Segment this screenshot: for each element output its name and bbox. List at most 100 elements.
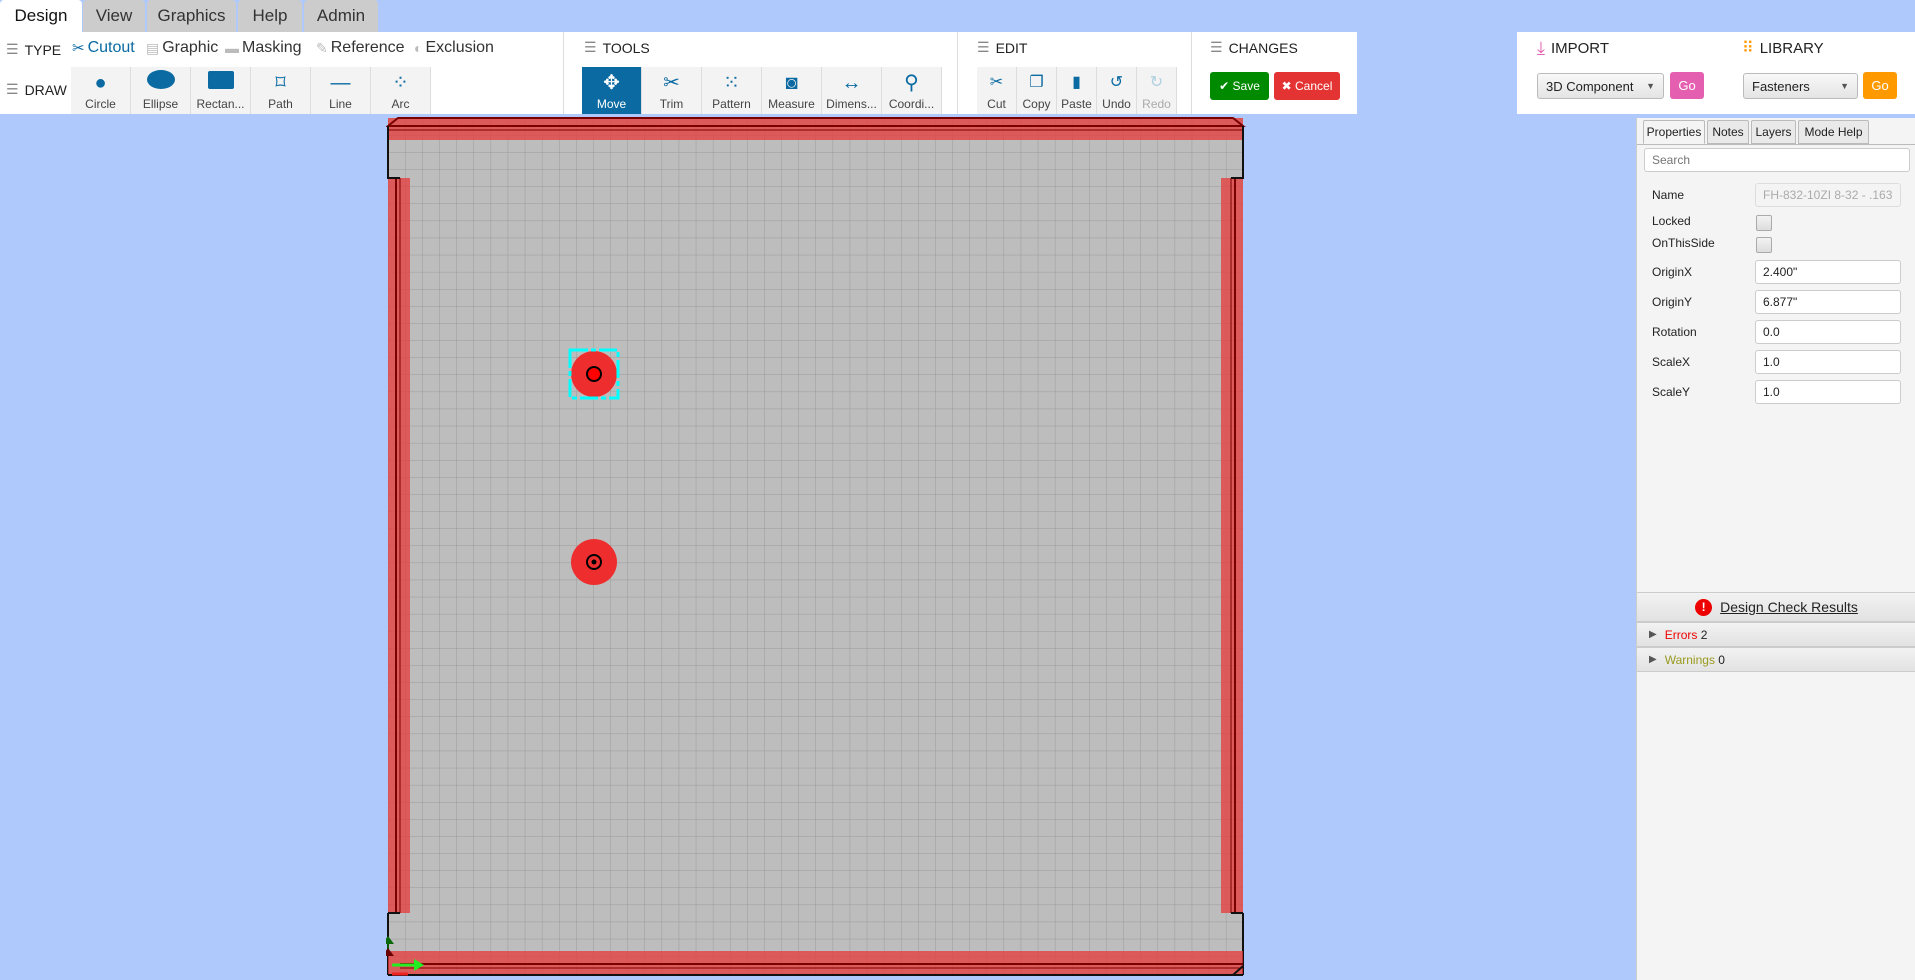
save-button[interactable]: ✔ Save [1210,72,1269,100]
import-go-button[interactable]: Go [1670,72,1704,99]
design-check-header[interactable]: ! Design Check Results [1637,592,1915,622]
tab-design[interactable]: Design [0,0,82,32]
scalex-label: ScaleX [1652,355,1691,369]
left-cutout-bar [387,126,410,975]
errors-row[interactable]: ▶ Errors 2 [1637,622,1915,647]
name-field: FH-832-10ZI 8-32 - .163 [1755,183,1901,207]
fastener [571,539,617,585]
draw-ellipse-button[interactable]: Ellipse [131,67,191,114]
tool-pattern-button[interactable]: ⁙ Pattern [702,67,762,114]
scaley-field[interactable]: 1.0 [1755,380,1901,404]
draw-circle-button[interactable]: ● Circle [71,67,131,114]
chevron-down-icon: ▼ [1840,81,1849,91]
tool-measure-button[interactable]: ◙ Measure [762,67,822,114]
library-header: ⠿ LIBRARY [1742,39,1824,58]
tool-move-button[interactable]: ✥ Move [582,67,642,114]
warnings-row[interactable]: ▶ Warnings 0 [1637,647,1915,672]
divider [1637,144,1915,145]
originy-field[interactable]: 6.877" [1755,290,1901,314]
check-icon: ✔ [1219,79,1233,93]
right-cutout-bar [1221,126,1244,975]
grid-icon: ⠿ [1742,40,1754,57]
tools-section-header: ☰ TOOLS [584,39,650,56]
tab-properties[interactable]: Properties [1643,120,1705,144]
changes-section-header: ☰ CHANGES [1210,39,1298,56]
design-canvas[interactable] [386,116,1246,980]
masking-tape-icon: ▬ [225,40,239,56]
type-masking[interactable]: ▬ Masking [225,39,302,57]
pattern-dots-icon: ⁙ [723,72,740,94]
type-reference[interactable]: ✎ Reference [316,39,405,57]
edit-section-header: ☰ EDIT [977,39,1028,56]
tool-dimension-button[interactable]: ↔ Dimens... [822,67,882,114]
tool-trim-button[interactable]: ✂ Trim [642,67,702,114]
type-graphic[interactable]: ▤ Graphic [146,39,218,57]
cut-button[interactable]: ✂ Cut [977,67,1017,114]
name-label: Name [1652,188,1685,202]
path-icon: ⌑ [275,72,286,94]
draw-arc-button[interactable]: ⁘ Arc [371,67,431,114]
draw-path-button[interactable]: ⌑ Path [251,67,311,114]
library-go-button[interactable]: Go [1863,72,1897,99]
arc-icon: ⁘ [392,72,409,94]
type-exclusion[interactable]: ◐ Exclusion [414,39,494,57]
expand-arrow-icon: ▶ [1649,654,1657,665]
scalex-field[interactable]: 1.0 [1755,350,1901,374]
draw-section-header: ☰ DRAW [6,81,67,98]
draw-rectangle-button[interactable]: Rectan... [191,67,251,114]
tool-coordinate-button[interactable]: ⚲ Coordi... [882,67,942,114]
onthisside-checkbox[interactable] [1756,237,1772,253]
top-cutout-bar [386,117,1246,140]
import-type-select[interactable]: 3D Component ▼ [1537,73,1664,99]
originx-label: OriginX [1652,265,1693,279]
rectangle-icon [207,71,234,94]
map-pin-icon: ⚲ [904,72,919,94]
half-circle-icon: ◐ [414,40,423,56]
scissors-icon: ✂ [663,72,680,94]
import-header: ⤓ IMPORT [1537,38,1610,58]
locked-checkbox[interactable] [1756,215,1772,231]
dimension-arrows-icon: ↔ [841,72,862,94]
tab-graphics[interactable]: Graphics [147,0,236,32]
tab-notes[interactable]: Notes [1707,120,1749,144]
image-file-icon: ▤ [146,39,160,56]
copy-button[interactable]: ❐ Copy [1017,67,1057,114]
paste-icon: ▮ [1072,74,1081,91]
library-select[interactable]: Fasteners ▼ [1743,73,1858,99]
bottom-cutout-bar [388,951,1244,976]
search-input[interactable] [1644,148,1910,172]
undo-button[interactable]: ↺ Undo [1097,67,1137,114]
type-cutout[interactable]: ✂ Cutout [72,39,135,57]
paste-button[interactable]: ▮ Paste [1057,67,1097,114]
scaley-label: ScaleY [1652,385,1691,399]
tab-view[interactable]: View [83,0,145,32]
hamburger-icon: ☰ [6,81,19,97]
draw-line-button[interactable]: — Line [311,67,371,114]
move-icon: ✥ [603,72,620,94]
tab-mode-help[interactable]: Mode Help [1798,120,1869,144]
tab-admin[interactable]: Admin [304,0,378,32]
cancel-button[interactable]: ✖ Cancel [1274,72,1340,100]
redo-button[interactable]: ↻ Redo [1137,67,1177,114]
ellipse-icon [146,70,175,94]
tab-help[interactable]: Help [238,0,302,32]
hamburger-icon: ☰ [6,41,19,57]
tape-measure-icon: ◙ [785,72,798,94]
divider [1191,32,1192,114]
error-icon: ! [1695,598,1713,616]
download-icon: ⤓ [1537,38,1545,58]
draw-label: DRAW [24,81,67,98]
locked-label: Locked [1652,214,1691,228]
circle-icon: ● [94,72,107,94]
edit-icon: ✎ [316,39,328,56]
scissors-icon: ✂ [989,74,1004,91]
redo-icon: ↻ [1149,74,1164,91]
properties-panel: Properties Notes Layers Mode Help Name F… [1636,118,1915,980]
rotation-label: Rotation [1652,325,1697,339]
divider [563,32,564,114]
originx-field[interactable]: 2.400" [1755,260,1901,284]
rotation-field[interactable]: 0.0 [1755,320,1901,344]
tab-layers[interactable]: Layers [1751,120,1796,144]
originy-label: OriginY [1652,295,1693,309]
copy-icon: ❐ [1029,74,1044,91]
